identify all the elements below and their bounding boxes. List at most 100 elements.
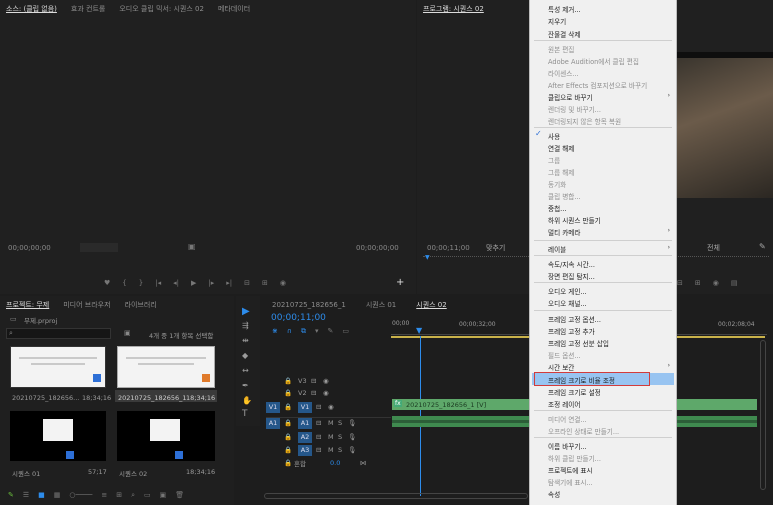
- project-item-thumb[interactable]: [117, 411, 215, 461]
- menu-item[interactable]: 프레임 크기로 비율 조정: [548, 375, 615, 385]
- track-a3[interactable]: 🔒 A3 ⊟ M S 🎙: [266, 444, 356, 456]
- lock-icon[interactable]: 🔒: [284, 377, 298, 385]
- tab-sequence-01[interactable]: 시퀀스 01: [366, 300, 396, 310]
- mix-value[interactable]: 0.0: [330, 459, 360, 467]
- menu-item[interactable]: 이름 바꾸기...: [548, 441, 587, 451]
- project-search-input[interactable]: [6, 328, 111, 339]
- menu-item[interactable]: 속성: [548, 489, 560, 499]
- snap-icon[interactable]: ⋇: [272, 327, 278, 336]
- compare-icon[interactable]: ▤: [731, 279, 738, 287]
- menu-item[interactable]: 프로젝트에 표시: [548, 465, 593, 475]
- tab-media-browser[interactable]: 미디어 브라우저: [63, 300, 110, 310]
- project-item-thumb[interactable]: [10, 411, 106, 461]
- menu-item[interactable]: 조정 레이어: [548, 399, 580, 409]
- menu-item[interactable]: 특성 제거...: [548, 4, 581, 14]
- tab-libraries[interactable]: 라이브러리: [125, 300, 157, 310]
- lock-icon[interactable]: 🔒: [284, 433, 298, 441]
- lock-icon[interactable]: 🔒: [284, 389, 298, 397]
- lock-icon[interactable]: 🔒: [284, 403, 298, 411]
- track-v2[interactable]: 🔒 V2 ⊟ ◉: [266, 387, 329, 399]
- sync-icon[interactable]: ⊟: [316, 433, 328, 441]
- wrench-icon[interactable]: ✎: [759, 242, 766, 251]
- ripple-edit-icon[interactable]: ⇹: [242, 336, 249, 345]
- timeline-scrollbar[interactable]: [264, 493, 528, 499]
- menu-item[interactable]: 프레임 고정 선분 삽입: [548, 338, 609, 348]
- extract-icon[interactable]: ⊞: [695, 279, 701, 287]
- source-patch-a1[interactable]: A1: [266, 417, 280, 429]
- video-clip[interactable]: fx 20210725_182656_1 [V]: [392, 399, 529, 410]
- menu-item[interactable]: 잔물결 삭제: [548, 29, 580, 39]
- audio-clip[interactable]: [392, 416, 529, 427]
- overwrite-icon[interactable]: ⊞: [262, 279, 268, 287]
- sort-icon[interactable]: ≡: [101, 491, 107, 500]
- captions-icon[interactable]: ▭: [342, 327, 349, 336]
- camera-icon[interactable]: ◉: [280, 279, 286, 287]
- menu-item[interactable]: 중첩...: [548, 203, 566, 213]
- source-zoom-dropdown[interactable]: [80, 243, 118, 252]
- mark-out-icon[interactable]: {: [122, 279, 126, 287]
- go-in-icon[interactable]: |◂: [155, 279, 161, 287]
- sync-icon[interactable]: ⊟: [311, 389, 323, 397]
- menu-item[interactable]: 프레임 고정 옵션...: [548, 314, 601, 324]
- lift-icon[interactable]: ⊟: [677, 279, 683, 287]
- new-bin-icon[interactable]: ▣: [124, 329, 131, 337]
- pencil-icon[interactable]: ✎: [8, 491, 14, 500]
- sync-icon[interactable]: ⊟: [311, 377, 323, 385]
- menu-item[interactable]: 멀티 카메라: [548, 227, 580, 237]
- eye-icon[interactable]: ◉: [323, 377, 329, 385]
- step-forward-icon[interactable]: |▸: [208, 279, 214, 287]
- menu-item[interactable]: 클립으로 바꾸기: [548, 92, 593, 102]
- step-back-icon[interactable]: }: [139, 279, 143, 287]
- trash-icon[interactable]: 🗑: [175, 491, 184, 500]
- mic-icon[interactable]: 🎙: [348, 433, 356, 441]
- list-view-icon[interactable]: ☰: [23, 491, 29, 500]
- automate-icon[interactable]: ⊞: [116, 491, 122, 500]
- tab-program[interactable]: 프로그램: 시퀀스 02: [423, 4, 484, 14]
- mute-button[interactable]: M: [328, 433, 338, 441]
- razor-tool-icon[interactable]: ◆: [242, 351, 248, 360]
- playhead-marker[interactable]: ▼: [416, 326, 422, 335]
- mic-icon[interactable]: 🎙: [348, 419, 356, 427]
- timeline-ruler[interactable]: [391, 327, 529, 335]
- timeline-wrench-icon[interactable]: ✎: [328, 327, 334, 336]
- project-item-thumb[interactable]: [117, 346, 215, 388]
- new-bin-bottom-icon[interactable]: ▭: [144, 491, 151, 500]
- menu-item[interactable]: 지우기: [548, 16, 566, 26]
- menu-item[interactable]: 속도/지속 시간...: [548, 259, 595, 269]
- insert-icon[interactable]: ⊟: [244, 279, 250, 287]
- pen-tool-icon[interactable]: ✒: [242, 381, 249, 390]
- solo-button[interactable]: S: [338, 446, 348, 454]
- freeform-view-icon[interactable]: ▦: [54, 491, 61, 500]
- add-button-icon[interactable]: +: [396, 277, 404, 288]
- menu-item[interactable]: 하위 시퀀스 만들기: [548, 215, 601, 225]
- menu-item[interactable]: 시간 보간: [548, 362, 574, 372]
- vertical-scrollbar[interactable]: [760, 340, 766, 490]
- tab-sequence-clip[interactable]: 20210725_182656_1: [272, 301, 346, 309]
- menu-item[interactable]: 프레임 고정 추가: [548, 326, 595, 336]
- work-area-bar[interactable]: [391, 336, 529, 338]
- mark-in-icon[interactable]: ♥: [104, 279, 110, 287]
- lock-icon[interactable]: 🔒: [284, 446, 298, 454]
- audio-clip-right[interactable]: [677, 416, 757, 427]
- selection-tool-icon[interactable]: ▶: [242, 306, 250, 317]
- export-frame-icon[interactable]: ◉: [713, 279, 719, 287]
- project-item-thumb[interactable]: [10, 346, 106, 388]
- menu-item[interactable]: 레이블: [548, 244, 566, 254]
- track-v1[interactable]: V1 🔒 V1 ⊟ ◉: [266, 401, 334, 413]
- track-v3[interactable]: 🔒 V3 ⊟ ◉: [266, 375, 329, 387]
- video-clip-right[interactable]: [677, 399, 757, 410]
- track-a1[interactable]: A1 🔒 A1 ⊟ M S 🎙: [266, 417, 356, 429]
- eye-icon[interactable]: ◉: [328, 403, 334, 411]
- eye-icon[interactable]: ◉: [323, 389, 329, 397]
- solo-button[interactable]: S: [338, 419, 348, 427]
- tab-sequence-02[interactable]: 시퀀스 02: [416, 300, 446, 310]
- menu-item[interactable]: 오디오 게인...: [548, 286, 587, 296]
- source-patch-v1[interactable]: V1: [266, 401, 280, 413]
- sync-icon[interactable]: ⊟: [316, 446, 328, 454]
- icon-view-icon[interactable]: ■: [38, 491, 45, 500]
- slip-tool-icon[interactable]: ↔: [242, 366, 249, 375]
- menu-item[interactable]: 프레임 크기로 설정: [548, 387, 601, 397]
- track-select-icon[interactable]: ⇶: [242, 321, 249, 330]
- linked-selection-icon[interactable]: ∩: [287, 327, 292, 336]
- menu-item[interactable]: 오디오 채널...: [548, 298, 587, 308]
